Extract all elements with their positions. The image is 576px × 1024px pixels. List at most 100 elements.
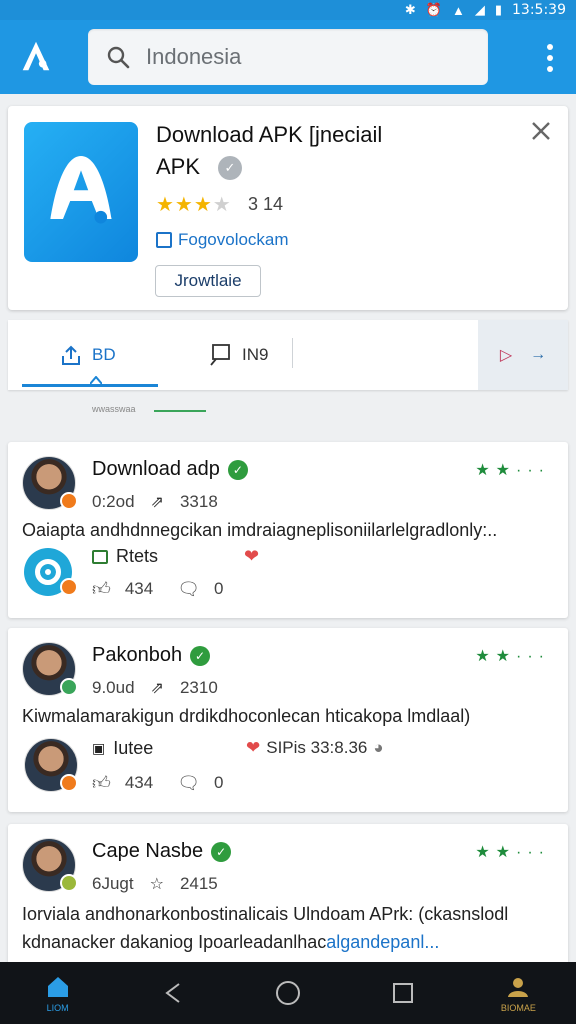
wifi-icon: ◢	[474, 2, 485, 17]
alarm-icon: ⏰	[425, 2, 442, 17]
nav-home-label: LIOM	[46, 1003, 69, 1013]
upload-icon	[62, 345, 80, 365]
heart-icon: ❤	[244, 546, 260, 566]
post-age: 0:2od	[92, 492, 135, 511]
app-logo-icon[interactable]	[0, 20, 72, 94]
post-card[interactable]: Cape Nasbe ✓ 6Jugt ☆ 2415 ★★··· Iorviala…	[8, 824, 568, 970]
badge-icon	[60, 774, 78, 792]
post-attachment[interactable]: ▣ Iutee	[92, 738, 153, 759]
search-icon	[107, 46, 130, 69]
post-stars: ★★···	[475, 462, 550, 479]
share-icon: ☆	[149, 876, 164, 893]
post-meta: 9.0ud ⇗ 2310	[92, 678, 218, 698]
developer-link[interactable]: Fogovolockam	[156, 230, 289, 250]
post-shares: 2415	[179, 874, 218, 893]
share-icon: ⇗	[150, 494, 164, 511]
post-stars: ★★···	[475, 648, 550, 665]
badge-icon	[60, 492, 78, 510]
post-stars: ★★···	[475, 844, 550, 861]
heart-icon: ❤	[246, 738, 261, 757]
app-icon	[24, 122, 138, 262]
post-author-name: Download adp	[92, 458, 220, 480]
tab-divider	[292, 338, 293, 368]
developer-link-label: Fogovolockam	[178, 230, 289, 249]
comment-icon[interactable]: 🗨︎	[177, 773, 200, 794]
more-icon[interactable]: ···	[516, 462, 550, 479]
nav-home-button[interactable]	[258, 962, 318, 1024]
post-card[interactable]: Pakonboh ✓ 9.0ud ⇗ 2310 ★★··· Kiwmalamar…	[8, 628, 568, 812]
post-comments: 0	[214, 773, 224, 792]
post-attachment-label: Rtets	[116, 546, 159, 566]
bottom-nav: LIOM BIOMAE	[0, 962, 576, 1024]
tab-more[interactable]: ▷ →	[478, 320, 568, 390]
circle-home-icon	[275, 981, 300, 1005]
status-time: 13:5:39	[512, 2, 566, 18]
badge-icon	[60, 578, 78, 596]
post-age: 9.0ud	[92, 678, 135, 697]
post-actions: 👍︎ 434 🗨︎ 0	[92, 772, 224, 794]
post-author: Cape Nasbe ✓	[92, 840, 232, 863]
post-meta: 0:2od ⇗ 3318	[92, 492, 218, 512]
post-likes: 434	[124, 579, 154, 598]
post-attachment[interactable]: Rtets	[92, 546, 158, 567]
tab-small-text: wwasswaa	[92, 404, 136, 414]
post-author-name: Cape Nasbe	[92, 840, 204, 862]
settings-icon[interactable]: ◕	[373, 738, 383, 758]
nav-home[interactable]: LIOM	[28, 962, 88, 1024]
tab-bd[interactable]: BD	[60, 320, 116, 390]
tab-bd-label: BD	[92, 345, 116, 364]
caret-up-icon	[90, 376, 102, 384]
tab-in9-label: IN9	[242, 345, 269, 364]
post-likes: 434	[124, 773, 154, 792]
arrow-right-icon: →	[530, 346, 547, 363]
post-age: 6Jugt	[92, 874, 134, 893]
close-icon[interactable]	[530, 120, 552, 142]
verified-icon: ✓	[227, 459, 248, 480]
tab-active-indicator	[22, 384, 158, 387]
post-extra: ❤ SIPis 33:8.36 ◕	[246, 738, 384, 758]
comment-icon[interactable]: 🗨︎	[177, 579, 200, 600]
post-body-link[interactable]: algandepanl...	[326, 932, 439, 952]
chat-icon	[210, 344, 230, 366]
nav-recents[interactable]	[373, 962, 433, 1024]
more-icon[interactable]: ···	[516, 844, 550, 861]
checkbox-icon	[156, 232, 172, 248]
post-actions: 👍︎ 434 🗨︎ 0	[92, 578, 224, 600]
home-icon	[47, 977, 68, 997]
nav-back[interactable]	[143, 962, 203, 1024]
tag-icon	[92, 549, 108, 564]
bluetooth-icon: ✱	[404, 2, 416, 17]
image-icon: ▣	[92, 740, 106, 756]
post-body-line2: kdnanacker dakaniog Ipoarleadanlhacalgan…	[22, 928, 439, 956]
nav-profile-label: BIOMAE	[500, 1003, 536, 1013]
nav-profile[interactable]: BIOMAE	[488, 962, 548, 1024]
download-button[interactable]: Jrowtlaie	[155, 265, 261, 297]
verified-icon: ✓	[211, 841, 232, 862]
overflow-menu-icon[interactable]	[546, 44, 554, 72]
post-body-line1: Iorviala andhonarkonbostinalicais Ulndoa…	[22, 904, 509, 924]
signal-icon: ▲	[451, 2, 465, 18]
verified-icon: ✓	[218, 156, 242, 180]
post-shares: 3318	[179, 492, 218, 511]
app-bar: Indonesia	[0, 20, 576, 94]
tab-in9[interactable]: IN9	[208, 320, 268, 390]
status-bar: ✱ ⏰ ▲ ◢ ▮ 13:5:39	[0, 0, 576, 20]
app-header-card: Download APK [jneciail APK ✓ ★★★★ 3 14 F…	[8, 106, 568, 310]
app-title-line1: Download APK [jneciail	[156, 122, 383, 147]
badge-icon	[60, 678, 78, 696]
more-icon[interactable]: ···	[516, 648, 550, 665]
post-author: Pakonboh ✓	[92, 644, 211, 667]
badge-icon	[60, 874, 78, 892]
verified-icon: ✓	[190, 645, 211, 666]
post-card[interactable]: Download adp ✓ 0:2od ⇗ 3318 ★★··· Oaiapt…	[8, 442, 568, 618]
post-author: Download adp ✓	[92, 458, 248, 481]
recents-icon	[393, 983, 414, 1003]
search-input[interactable]: Indonesia	[88, 29, 488, 85]
rating-stars: ★★★★	[156, 194, 232, 216]
like-icon[interactable]: 👍︎	[92, 772, 111, 794]
play-icon: ▷	[499, 347, 513, 364]
tab-bar: BD IN9 ▷ →	[8, 320, 568, 390]
post-shares: 2310	[179, 678, 218, 697]
like-icon[interactable]: 👍︎	[92, 578, 111, 600]
profile-icon	[508, 978, 529, 997]
